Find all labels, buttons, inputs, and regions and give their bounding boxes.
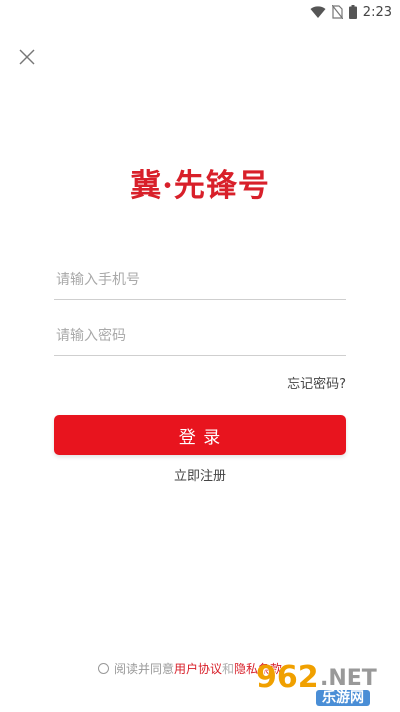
status-time: 2:23 <box>362 4 392 20</box>
status-bar: 2:23 <box>0 0 400 24</box>
close-icon <box>19 49 35 65</box>
logo-text: 冀·先锋号 <box>130 168 270 204</box>
watermark-domain: .NET <box>320 666 377 691</box>
register-link[interactable]: 立即注册 <box>174 469 226 484</box>
password-input[interactable] <box>54 319 350 353</box>
phone-field-container <box>54 263 350 300</box>
login-button[interactable]: 登 录 <box>54 415 346 455</box>
watermark-subtitle: 乐游网 <box>316 690 370 706</box>
app-logo: 冀·先锋号 <box>0 160 400 205</box>
close-button[interactable] <box>16 46 38 68</box>
agreement-and: 和 <box>222 662 235 676</box>
battery-icon <box>348 5 357 19</box>
password-field-container <box>54 319 350 356</box>
agreement-prefix: 阅读并同意 <box>114 662 175 676</box>
user-agreement-link[interactable]: 用户协议 <box>174 662 222 676</box>
status-icons: 2:23 <box>310 3 392 21</box>
phone-input[interactable] <box>54 263 350 297</box>
wifi-icon <box>310 5 326 18</box>
register-container: 立即注册 <box>0 465 400 484</box>
watermark-number: 962 <box>256 660 319 695</box>
watermark-logo: 962 .NET 乐游网 <box>250 660 392 706</box>
forgot-password-link[interactable]: 忘记密码? <box>287 373 346 392</box>
no-sim-icon <box>331 5 343 19</box>
agreement-checkbox[interactable] <box>98 663 109 674</box>
